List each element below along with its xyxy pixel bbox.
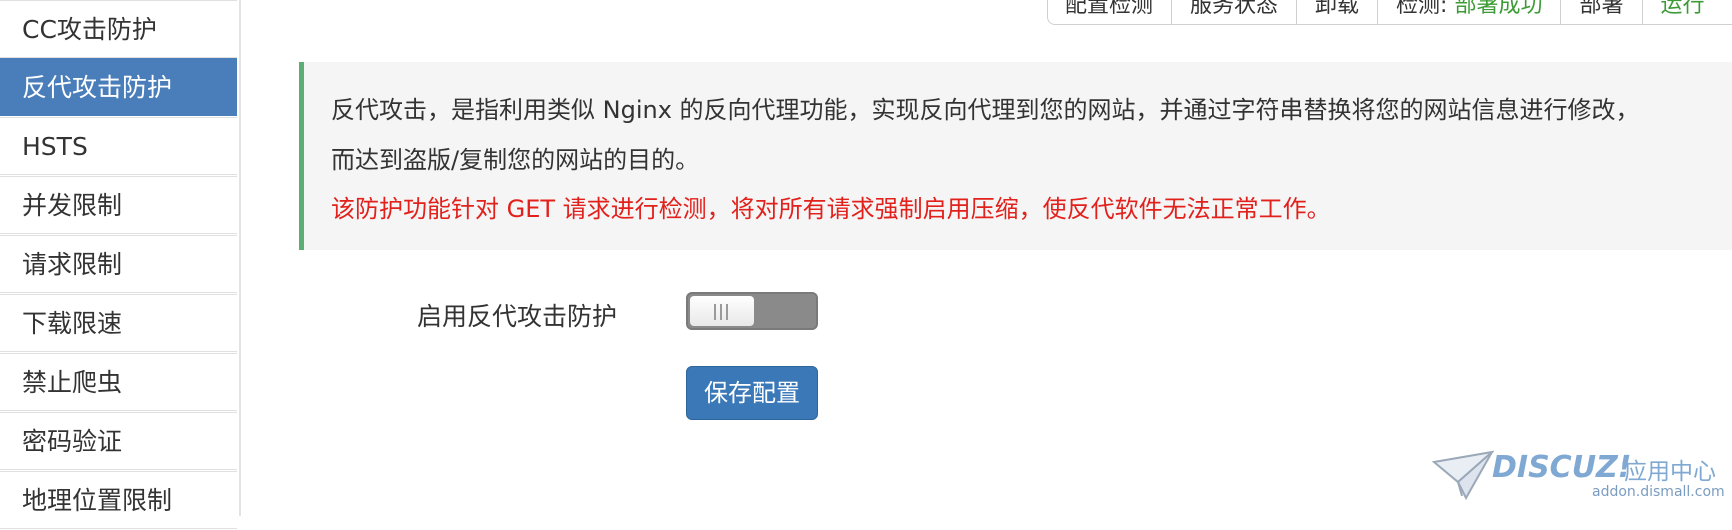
notice-description-line1: 反代攻击，是指利用类似 Nginx 的反向代理功能，实现反向代理到您的网站，并通… xyxy=(331,96,1640,124)
sidebar-item-reverse-proxy-attack[interactable]: 反代攻击防护 xyxy=(0,58,237,116)
sidebar-item-geo-limit[interactable]: 地理位置限制 xyxy=(0,471,237,529)
notice-warning: 该防护功能针对 GET 请求进行检测，将对所有请求强制启用压缩，使反代软件无法正… xyxy=(331,195,1331,223)
sidebar-item-password-auth[interactable]: 密码验证 xyxy=(0,412,237,470)
service-status-tab[interactable]: 服务状态 xyxy=(1171,0,1296,24)
detect-status-value: 部署成功 xyxy=(1454,0,1543,18)
discuz-watermark: DISCUZ! 应用中心 addon.dismall.com xyxy=(1432,448,1732,516)
toggle-grip-line xyxy=(726,304,728,320)
enable-reverse-proxy-toggle[interactable] xyxy=(686,292,818,330)
sidebar-item-hsts[interactable]: HSTS xyxy=(0,117,237,175)
toggle-knob xyxy=(690,296,754,326)
sidebar-item-request-limit[interactable]: 请求限制 xyxy=(0,235,237,293)
run-tab[interactable]: 运行 xyxy=(1641,0,1723,24)
toggle-grip-line xyxy=(720,304,722,320)
enable-reverse-proxy-label: 启用反代攻击防护 xyxy=(417,302,618,331)
detect-status-tab[interactable]: 检测: 部署成功 xyxy=(1377,0,1560,24)
paper-plane-icon xyxy=(1432,450,1494,501)
toggle-grip-line xyxy=(714,304,716,320)
detect-label: 检测: xyxy=(1396,0,1448,18)
info-notice: 反代攻击，是指利用类似 Nginx 的反向代理功能，实现反向代理到您的网站，并通… xyxy=(299,62,1732,250)
save-config-button[interactable]: 保存配置 xyxy=(686,366,818,420)
sidebar-item-download-speed-limit[interactable]: 下载限速 xyxy=(0,294,237,352)
sidebar-item-block-crawlers[interactable]: 禁止爬虫 xyxy=(0,353,237,411)
notice-description-line2: 而达到盗版/复制您的网站的目的。 xyxy=(331,146,700,174)
watermark-brand: DISCUZ! xyxy=(1492,450,1632,485)
sidebar-item-cc-attack[interactable]: CC攻击防护 xyxy=(0,0,237,58)
config-check-tab[interactable]: 配置检测 xyxy=(1048,0,1171,24)
sidebar-item-concurrency-limit[interactable]: 并发限制 xyxy=(0,176,237,234)
top-action-tabs: 配置检测 服务状态 卸载 检测: 部署成功 部署 运行 xyxy=(1047,0,1732,25)
sidebar-nav: CC攻击防护 反代攻击防护 HSTS 并发限制 请求限制 下载限速 禁止爬虫 密… xyxy=(0,0,241,529)
watermark-brand-cn: 应用中心 xyxy=(1624,459,1716,485)
uninstall-tab[interactable]: 卸载 xyxy=(1296,0,1377,24)
deploy-tab[interactable]: 部署 xyxy=(1560,0,1641,24)
watermark-domain: addon.dismall.com xyxy=(1592,484,1725,500)
